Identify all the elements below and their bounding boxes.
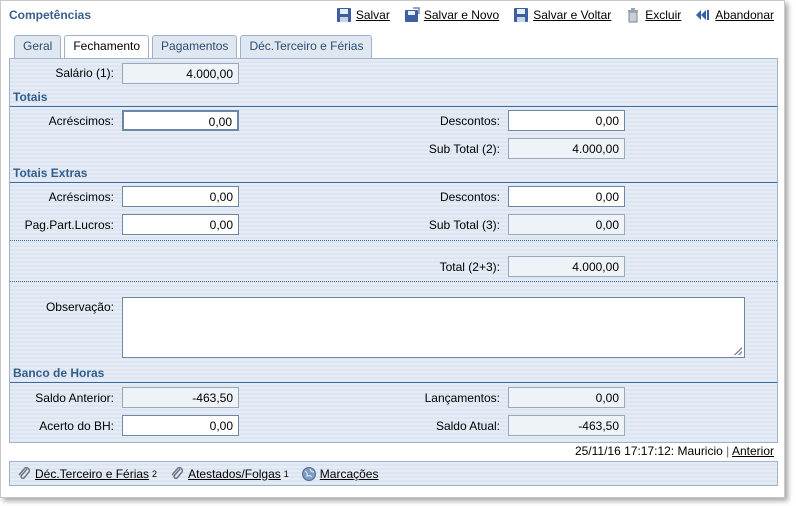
section-totais-extras: Totais Extras (10, 163, 777, 183)
subtotal2-label: Sub Total (2): (428, 142, 500, 156)
observacao-textarea[interactable] (122, 297, 745, 358)
fechamento-panel: Salário (1): 4.000,00 Totais Acréscimos:… (9, 58, 778, 443)
total-label: Total (2+3): (439, 260, 500, 274)
descontos-field[interactable]: 0,00 (508, 110, 625, 131)
section-banco-horas: Banco de Horas (10, 363, 777, 383)
save-new-label: Salvar e Novo (423, 8, 500, 22)
toolbar: Salvar Salvar e Novo Salvar e Voltar Exc… (336, 7, 774, 23)
save-button[interactable]: Salvar (336, 7, 390, 23)
delete-label: Excluir (645, 8, 682, 22)
lancamentos-label: Lançamentos: (424, 391, 500, 405)
descontos-label: Descontos: (439, 114, 500, 128)
ppl-field[interactable]: 0,00 (122, 214, 239, 235)
subtotal3-label: Sub Total (3): (428, 218, 500, 232)
link-dec-terceiro-ferias[interactable]: Déc.Terceiro e Férias 2 (16, 466, 157, 482)
audit-separator: | (726, 444, 730, 458)
paperclip-icon (169, 466, 185, 482)
saldo-anterior-field: -463,50 (122, 387, 239, 408)
extra-descontos-label: Descontos: (439, 190, 500, 204)
trash-icon (625, 7, 641, 23)
floppy-back-icon (513, 7, 529, 23)
save-label: Salvar (355, 8, 390, 22)
tab-pagamentos[interactable]: Pagamentos (152, 35, 238, 58)
tab-geral[interactable]: Geral (14, 35, 62, 58)
acrescimos-label: Acréscimos: (48, 114, 114, 128)
section-totais: Totais (10, 87, 777, 107)
saldo-anterior-label: Saldo Anterior: (35, 391, 114, 405)
divider (10, 281, 777, 282)
audit-stamp: 25/11/16 17:17:12: Mauricio | Anterior (575, 444, 774, 458)
anterior-link[interactable]: Anterior (732, 444, 774, 458)
saldo-atual-label: Saldo Atual: (435, 419, 500, 433)
acerto-label: Acerto do BH: (39, 419, 114, 433)
save-new-button[interactable]: Salvar e Novo (404, 7, 499, 23)
count-badge: 2 (152, 468, 158, 479)
save-back-button[interactable]: Salvar e Voltar (513, 7, 611, 23)
form-window: Competências Salvar Salvar e Novo Salvar… (0, 0, 785, 498)
globe-icon (301, 466, 317, 482)
extra-acrescimos-field[interactable]: 0,00 (122, 186, 239, 207)
abandon-label: Abandonar (715, 8, 774, 22)
resize-grip-icon[interactable] (734, 347, 742, 355)
acrescimos-field[interactable]: 0,00 (122, 110, 239, 131)
extra-descontos-field[interactable]: 0,00 (508, 186, 625, 207)
saldo-atual-field: -463,50 (508, 415, 625, 436)
total-field: 4.000,00 (508, 256, 625, 277)
divider (10, 240, 777, 241)
acerto-field[interactable]: 0,00 (122, 415, 239, 436)
abandon-button[interactable]: Abandonar (695, 7, 774, 23)
salario-label: Salário (1): (55, 66, 114, 80)
page-title: Competências (9, 8, 92, 22)
tab-fechamento[interactable]: Fechamento (64, 35, 150, 59)
salario-field: 4.000,00 (122, 63, 239, 84)
tab-dec-terceiro-ferias[interactable]: Déc.Terceiro e Férias (240, 35, 373, 58)
related-links-bar: Déc.Terceiro e Férias 2 Atestados/Folgas 1… (9, 461, 778, 486)
link-label: Marcações (319, 466, 379, 481)
delete-button[interactable]: Excluir (625, 7, 681, 23)
save-back-label: Salvar e Voltar (533, 8, 612, 22)
link-marcacoes[interactable]: Marcações (301, 466, 379, 482)
floppy-new-icon (404, 7, 420, 23)
observacao-label: Observação: (45, 300, 114, 314)
subtotal3-field: 0,00 (508, 214, 625, 235)
lancamentos-field: 0,00 (508, 387, 625, 408)
link-atestados-folgas[interactable]: Atestados/Folgas 1 (169, 466, 289, 482)
tab-bar: Geral Fechamento Pagamentos Déc.Terceiro… (14, 35, 373, 59)
link-label: Atestados/Folgas (188, 466, 281, 481)
subtotal2-field: 4.000,00 (508, 138, 625, 159)
ppl-label: Pag.Part.Lucros: (24, 218, 114, 232)
extra-acrescimos-label: Acréscimos: (48, 190, 114, 204)
paperclip-icon (16, 466, 32, 482)
rewind-icon (695, 7, 711, 23)
floppy-disk-icon (336, 7, 352, 23)
count-badge: 1 (283, 468, 289, 479)
audit-text: 25/11/16 17:17:12: Mauricio (574, 444, 723, 458)
link-label: Déc.Terceiro e Férias (35, 466, 150, 481)
